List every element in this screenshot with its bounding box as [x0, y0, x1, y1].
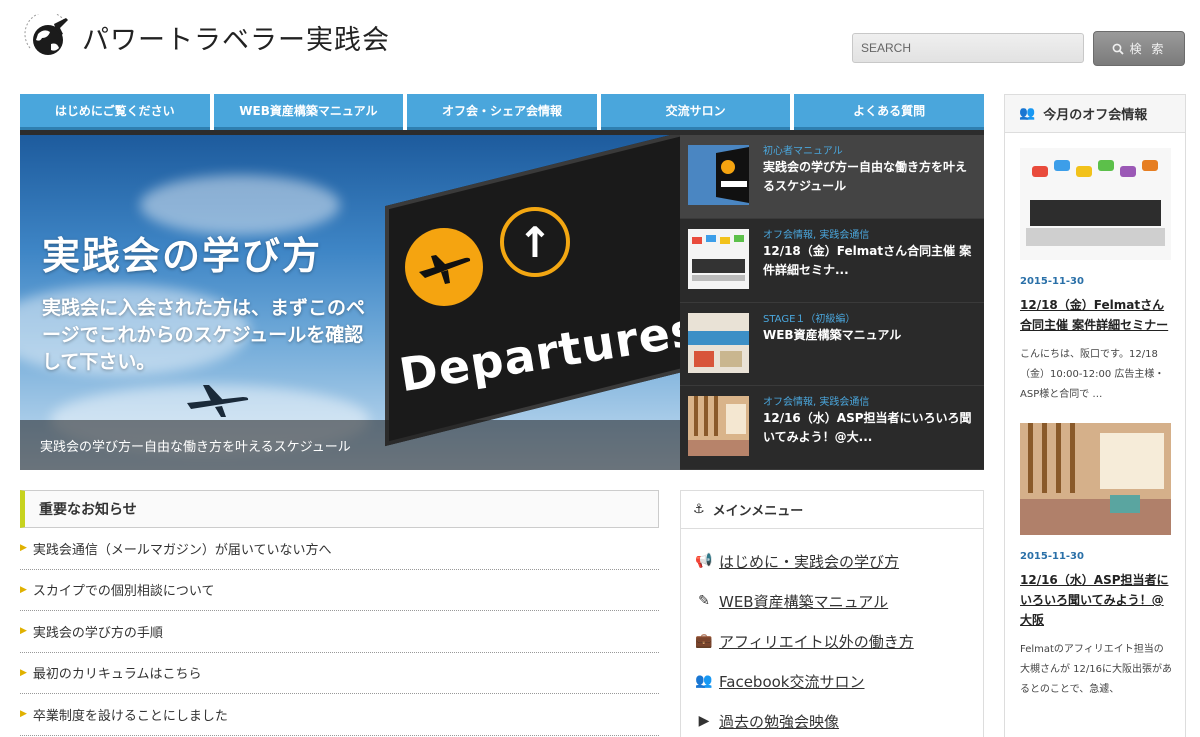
- nav-item-web-manual[interactable]: WEB資産構築マニュアル: [213, 94, 404, 130]
- hero-title: 実践会の学び方: [42, 234, 323, 278]
- notices-list: ▶ 実践会通信（メールマガジン）が届いていない方へ ▶ スカイプでの個別相談について…: [20, 528, 659, 736]
- notice-link[interactable]: スカイプでの個別相談について: [33, 580, 215, 599]
- post-title-link[interactable]: 12/16（水）ASP担当者にいろいろ聞いてみよう！@大阪: [1020, 570, 1170, 630]
- triangle-bullet-icon: ▶: [20, 584, 27, 595]
- post-thumbnail[interactable]: [1020, 423, 1171, 535]
- manual-thumbnail: [688, 312, 749, 373]
- post-date: 2015-11-30: [1020, 276, 1084, 287]
- notice-link[interactable]: 最初のカリキュラムはこちら: [33, 663, 202, 682]
- users-icon: 👥: [1019, 106, 1036, 121]
- slider-item[interactable]: オフ会情報, 実践会通信 12/16（水）ASP担当者にいろいろ聞いてみよう！@…: [680, 386, 984, 470]
- main-menu-label[interactable]: WEB資産構築マニュアル: [719, 591, 888, 612]
- triangle-bullet-icon: ▶: [20, 667, 27, 678]
- nav-item-faq[interactable]: よくある質問: [794, 94, 984, 130]
- main-menu-item-intro[interactable]: 📢 はじめに・実践会の学び方: [681, 541, 983, 581]
- main-menu-label[interactable]: 過去の勉強会映像: [719, 711, 839, 732]
- triangle-bullet-icon: ▶: [20, 626, 27, 637]
- notice-link[interactable]: 卒業制度を設けることにしました: [33, 705, 228, 724]
- users-icon: 👥: [695, 673, 713, 689]
- notice-item[interactable]: ▶ 最初のカリキュラムはこちら: [20, 653, 659, 694]
- main-menu-label[interactable]: はじめに・実践会の学び方: [719, 551, 899, 572]
- sidebar-offkai: 👥 今月のオフ会情報 2015-11-30 12/18（金）Felmatさん合同…: [1004, 94, 1186, 737]
- hero-subtitle: 実践会に入会された方は、まずこのページでこれからのスケジュールを確認して下さい。: [42, 297, 366, 373]
- search-button-label: 検 索: [1129, 42, 1167, 56]
- notice-item[interactable]: ▶ スカイプでの個別相談について: [20, 570, 659, 611]
- slider-item[interactable]: オフ会情報, 実践会通信 12/18（金）Felmatさん合同主催 案件詳細セミ…: [680, 219, 984, 303]
- slider-title: 実践会の学び方ー自由な働き方を叶えるスケジュール: [763, 160, 968, 193]
- search-input[interactable]: SEARCH: [852, 33, 1084, 63]
- notice-link[interactable]: 実践会の学び方の手順: [33, 622, 163, 641]
- slider-thumbnails: 初心者マニュアル 実践会の学び方ー自由な働き方を叶えるスケジュール オフ会情報,…: [680, 135, 984, 470]
- slider-item[interactable]: STAGE１（初級編） WEB資産構築マニュアル: [680, 303, 984, 387]
- main-nav: はじめにご覧ください WEB資産構築マニュアル オフ会・シェア会情報 交流サロン…: [20, 94, 984, 130]
- notice-item[interactable]: ▶ 卒業制度を設けることにしました: [20, 694, 659, 736]
- hero-caption[interactable]: 実践会の学び方ー自由な働き方を叶えるスケジュール: [20, 420, 680, 470]
- main-menu-label[interactable]: アフィリエイト以外の働き方: [719, 631, 914, 652]
- triangle-bullet-icon: ▶: [20, 709, 27, 720]
- nav-item-salon[interactable]: 交流サロン: [600, 94, 791, 130]
- slider-item[interactable]: 初心者マニュアル 実践会の学び方ー自由な働き方を叶えるスケジュール: [680, 135, 984, 219]
- plane-sign-icon: [405, 228, 483, 306]
- briefcase-icon: 💼: [695, 633, 713, 649]
- sidebar-title: 今月のオフ会情報: [1043, 108, 1148, 123]
- notice-link[interactable]: 実践会通信（メールマガジン）が届いていない方へ: [33, 539, 332, 558]
- main-menu-title: メインメニュー: [712, 504, 804, 519]
- departures-thumbnail: [688, 145, 749, 205]
- slider-category: オフ会情報, 実践会通信: [763, 397, 870, 409]
- post-excerpt: Felmatのアフィリエイト担当の大槻さんが 12/16に大阪出張があるとのこと…: [1020, 644, 1172, 695]
- main-menu-heading: ⚓ メインメニュー: [681, 491, 983, 529]
- meeting-thumbnail: [688, 228, 749, 289]
- notices-heading: 重要なお知らせ: [20, 490, 659, 528]
- slider-category: オフ会情報, 実践会通信: [763, 229, 870, 241]
- notice-item[interactable]: ▶ 実践会の学び方の手順: [20, 611, 659, 653]
- search-icon: [1112, 43, 1124, 55]
- globe-plane-icon: [24, 14, 68, 55]
- post-thumbnail[interactable]: [1020, 148, 1171, 260]
- slider-title: 12/16（水）ASP担当者にいろいろ聞いてみよう！@大...: [763, 411, 972, 445]
- nav-item-intro[interactable]: はじめにご覧ください: [20, 94, 210, 130]
- triangle-bullet-icon: ▶: [20, 543, 27, 554]
- video-icon: ▶: [698, 713, 710, 729]
- search-button[interactable]: 検 索: [1093, 31, 1185, 66]
- slider-category: 初心者マニュアル: [763, 146, 843, 157]
- hero-slide[interactable]: ↑ Departures 実践会の学び方 実践会に入会された方は、まずこのページ…: [20, 135, 680, 470]
- arrow-up-icon: ↑: [500, 207, 570, 277]
- main-menu-item-web-manual[interactable]: ✎ WEB資産構築マニュアル: [681, 581, 983, 621]
- slider-category: STAGE１（初級編）: [763, 313, 856, 325]
- anchor-icon: ⚓: [693, 502, 705, 517]
- main-menu-item-videos[interactable]: ▶ 過去の勉強会映像: [681, 701, 983, 737]
- main-menu: ⚓ メインメニュー 📢 はじめに・実践会の学び方 ✎ WEB資産構築マニュアル …: [680, 490, 984, 737]
- airplane-icon: [187, 385, 249, 417]
- slider-title: 12/18（金）Felmatさん合同主催 案件詳細セミナ...: [763, 243, 972, 277]
- sidebar-heading: 👥 今月のオフ会情報: [1005, 95, 1185, 133]
- megaphone-icon: 📢: [695, 553, 713, 569]
- post-date: 2015-11-30: [1020, 551, 1084, 562]
- nav-item-offkai[interactable]: オフ会・シェア会情報: [407, 94, 597, 130]
- post-title-link[interactable]: 12/18（金）Felmatさん合同主催 案件詳細セミナー: [1020, 295, 1170, 335]
- site-title: パワートラベラー実践会: [82, 24, 390, 56]
- main-menu-label[interactable]: Facebook交流サロン: [719, 671, 864, 692]
- edit-icon: ✎: [698, 593, 710, 609]
- main-menu-item-other-work[interactable]: 💼 アフィリエイト以外の働き方: [681, 621, 983, 661]
- notice-item[interactable]: ▶ 実践会通信（メールマガジン）が届いていない方へ: [20, 528, 659, 570]
- post-excerpt: こんにちは、阪口です。12/18（金）10:00-12:00 広告主様・ASP様…: [1020, 349, 1165, 400]
- slider-title: WEB資産構築マニュアル: [763, 327, 902, 342]
- cafe-thumbnail: [688, 396, 749, 457]
- site-logo[interactable]: パワートラベラー実践会: [24, 14, 390, 60]
- main-menu-item-facebook[interactable]: 👥 Facebook交流サロン: [681, 661, 983, 701]
